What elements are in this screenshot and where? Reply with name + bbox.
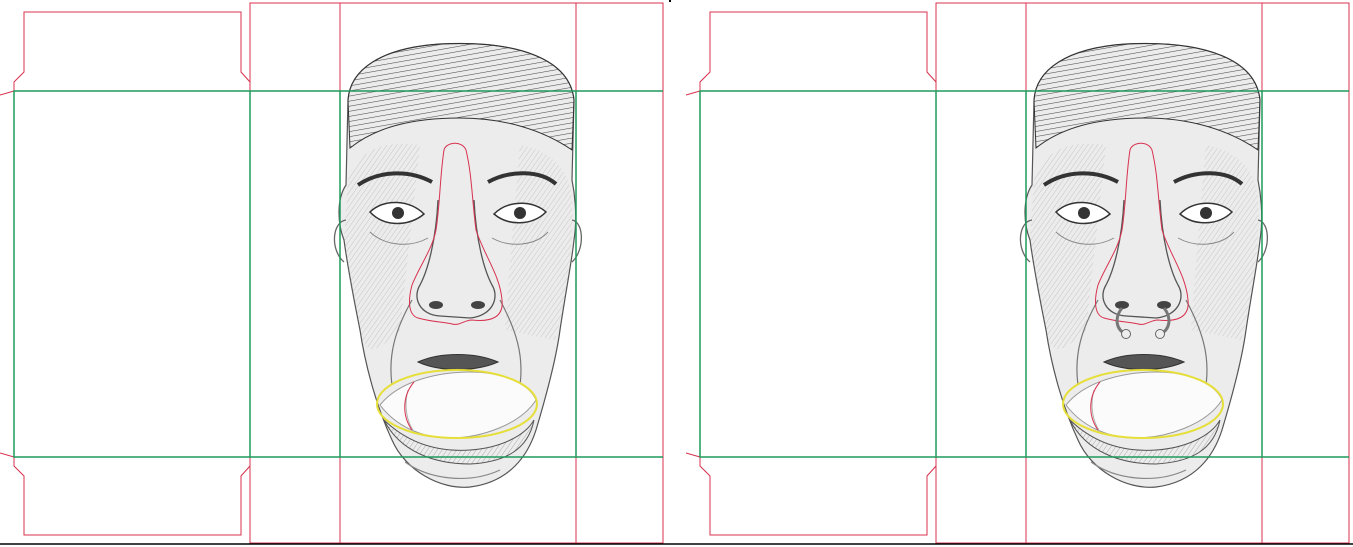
fold-panel-back: [13, 90, 251, 458]
face-sketch: [1019, 42, 1269, 488]
nostril-left: [1115, 301, 1129, 309]
pupil-right: [1200, 207, 1212, 219]
pupil-left: [392, 207, 404, 219]
dieline-canvas: [0, 0, 1353, 545]
cut-flap-bottom-left: [699, 457, 937, 536]
nostril-right: [471, 301, 485, 309]
pupil-right: [514, 207, 526, 219]
fold-panel-back: [699, 90, 937, 458]
cut-glue-tab: [0, 90, 15, 458]
dieline-sheet: [0, 0, 1353, 547]
template-left: [0, 2, 664, 544]
pupil-left: [1078, 207, 1090, 219]
cut-flap-bottom-left: [13, 457, 251, 536]
nose-ring-bead-1: [1121, 329, 1131, 339]
template-right: [685, 2, 1350, 544]
cut-flap-top-left: [13, 11, 251, 91]
cut-flap-top-left: [699, 11, 937, 91]
nose-ring-bead-2: [1155, 329, 1165, 339]
cut-glue-tab: [685, 90, 701, 458]
nostril-left: [429, 301, 443, 309]
nostril-right: [1157, 301, 1171, 309]
face-sketch: [333, 42, 583, 488]
